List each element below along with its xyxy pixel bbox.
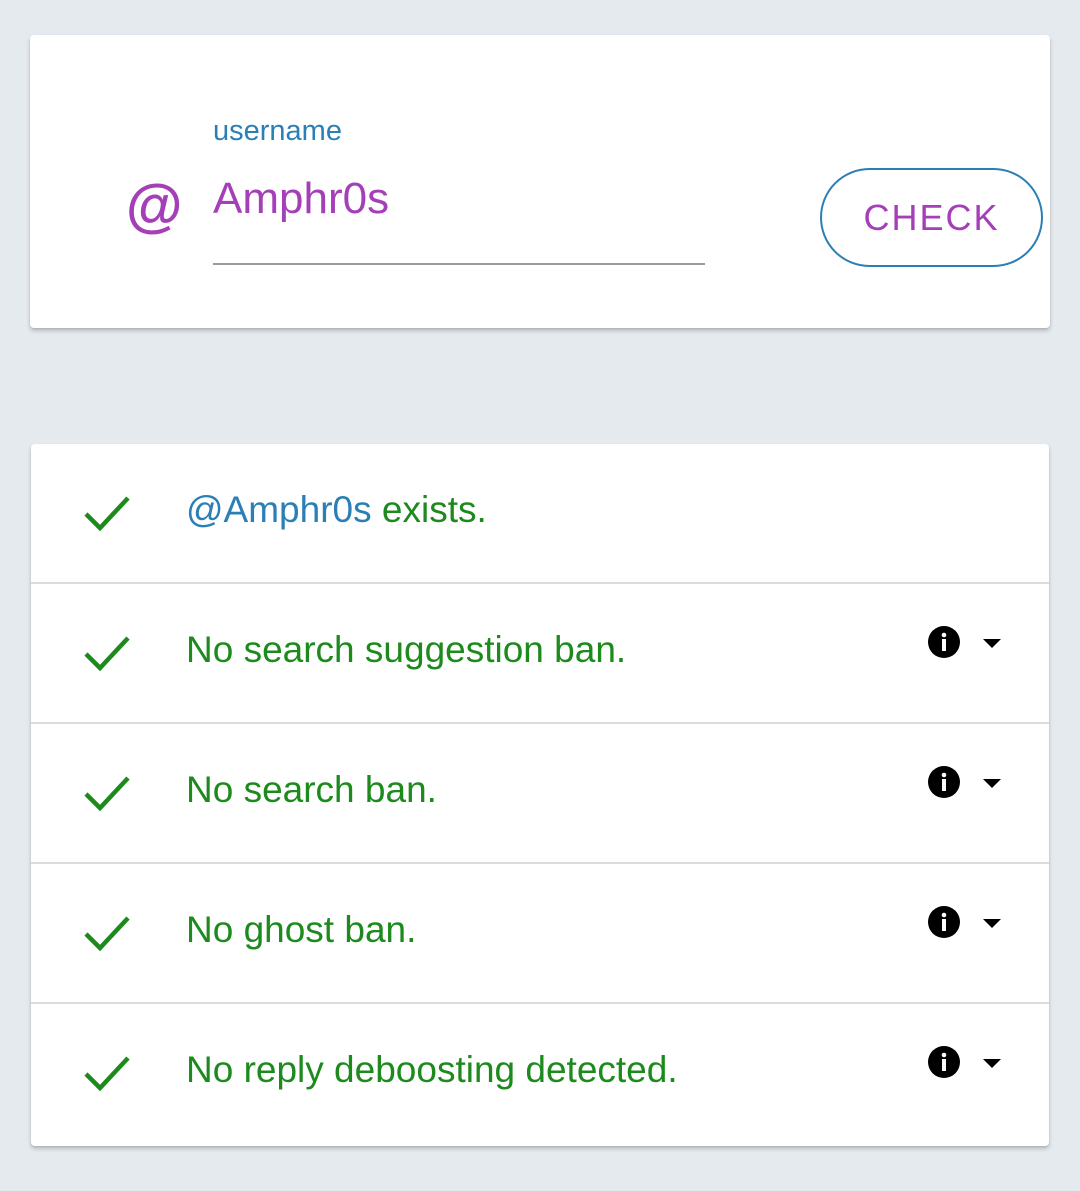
info-icon[interactable]: [928, 626, 960, 658]
info-icon[interactable]: [928, 1046, 960, 1078]
username-input[interactable]: [213, 175, 705, 265]
result-text: @Amphr0s exists.: [186, 489, 487, 531]
info-icon[interactable]: [928, 766, 960, 798]
check-button[interactable]: CHECK: [820, 168, 1043, 267]
at-icon: @: [125, 174, 182, 239]
result-row-exists: @Amphr0s exists.: [31, 444, 1049, 584]
username-card: @ username CHECK: [30, 35, 1050, 328]
username-label: username: [213, 115, 342, 147]
chevron-down-icon[interactable]: [983, 639, 1001, 649]
result-row-search-suggestion-ban[interactable]: No search suggestion ban.: [31, 584, 1049, 724]
info-icon[interactable]: [928, 906, 960, 938]
chevron-down-icon[interactable]: [983, 1059, 1001, 1069]
result-text: No ghost ban.: [186, 909, 417, 950]
result-row-ghost-ban[interactable]: No ghost ban.: [31, 864, 1049, 1004]
result-text: No search suggestion ban.: [186, 629, 627, 670]
check-icon: [84, 496, 130, 532]
result-text-suffix: exists.: [371, 489, 487, 530]
check-icon: [84, 916, 130, 952]
result-row-search-ban[interactable]: No search ban.: [31, 724, 1049, 864]
check-icon: [84, 776, 130, 812]
chevron-down-icon[interactable]: [983, 919, 1001, 929]
result-row-reply-deboosting[interactable]: No reply deboosting detected.: [31, 1004, 1049, 1144]
check-icon: [84, 1056, 130, 1092]
chevron-down-icon[interactable]: [983, 779, 1001, 789]
result-text: No search ban.: [186, 769, 437, 810]
username-handle: @Amphr0s: [186, 489, 372, 530]
result-text: No reply deboosting detected.: [186, 1049, 678, 1090]
results-card: @Amphr0s exists. No search suggestion ba…: [31, 444, 1049, 1146]
check-icon: [84, 636, 130, 672]
